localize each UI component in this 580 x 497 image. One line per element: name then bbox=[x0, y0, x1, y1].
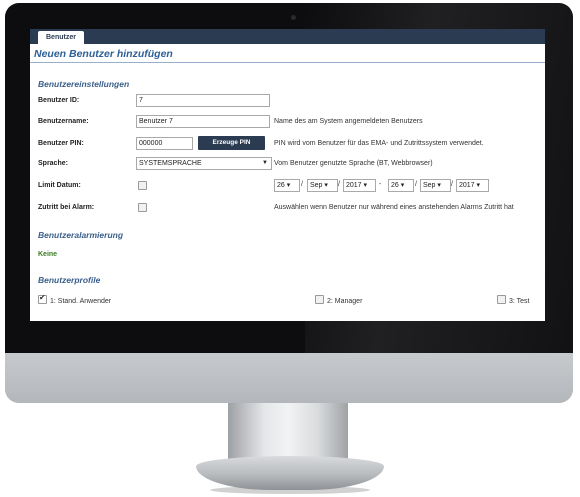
camera-dot bbox=[291, 15, 296, 20]
limit-date-label: Limit Datum: bbox=[38, 182, 81, 189]
user-name-description: Name des am System angemeldeten Benutzer… bbox=[274, 118, 423, 125]
row-user-name: Benutzername: Benutzer 7 Name des am Sys… bbox=[38, 115, 538, 129]
date-separator: / bbox=[415, 181, 417, 188]
from-month-value: Sep bbox=[310, 182, 323, 189]
alarming-value: Keine bbox=[38, 251, 58, 258]
language-description: Vom Benutzer genutzte Sprache (BT, Webbr… bbox=[274, 160, 433, 167]
monitor-stand-base bbox=[196, 456, 384, 490]
from-year-select[interactable]: 2017 ▾ bbox=[343, 179, 376, 192]
from-day-select[interactable]: 26 ▾ bbox=[274, 179, 300, 192]
language-selected-value: SYSTEMSPRACHE bbox=[139, 160, 202, 167]
limit-date-checkbox[interactable] bbox=[138, 181, 147, 190]
user-name-label: Benutzername: bbox=[38, 118, 89, 125]
section-title-alarming: Benutzeralarmierung bbox=[38, 230, 124, 240]
profile-checkbox[interactable] bbox=[315, 295, 324, 304]
profile-item[interactable]: 3: Test bbox=[497, 295, 530, 305]
alarm-access-checkbox[interactable] bbox=[138, 203, 147, 212]
to-year-select[interactable]: 2017 ▾ bbox=[456, 179, 489, 192]
row-alarm-access: Zutritt bei Alarm: Auswählen wenn Benutz… bbox=[38, 201, 538, 215]
row-limit-date: Limit Datum: 26 ▾ / Sep ▾ / 2017 ▾ - 26 … bbox=[38, 179, 538, 193]
monitor-chin bbox=[5, 353, 573, 403]
title-divider bbox=[30, 62, 545, 63]
tab-benutzer[interactable]: Benutzer bbox=[38, 31, 84, 44]
date-separator: / bbox=[451, 181, 453, 188]
alarm-access-description: Auswählen wenn Benutzer nur während eine… bbox=[274, 204, 514, 211]
profile-label: 3: Test bbox=[509, 298, 530, 305]
to-month-value: Sep bbox=[423, 182, 436, 189]
to-day-value: 26 bbox=[391, 182, 399, 189]
from-day-value: 26 bbox=[277, 182, 285, 189]
language-select[interactable]: SYSTEMSPRACHE ▼ bbox=[136, 157, 272, 170]
profile-checkbox[interactable] bbox=[497, 295, 506, 304]
page-title: Neuen Benutzer hinzufügen bbox=[34, 48, 173, 60]
app-screen: Benutzer Neuen Benutzer hinzufügen Benut… bbox=[30, 29, 545, 321]
generate-pin-button[interactable]: Erzeuge PIN bbox=[198, 136, 265, 150]
row-language: Sprache: SYSTEMSPRACHE ▼ Vom Benutzer ge… bbox=[38, 157, 538, 171]
user-id-input[interactable]: 7 bbox=[136, 94, 270, 107]
section-title-profiles: Benutzerprofile bbox=[38, 275, 101, 285]
row-user-pin: Benutzer PIN: 000000 Erzeuge PIN PIN wir… bbox=[38, 136, 538, 151]
to-month-select[interactable]: Sep ▾ bbox=[420, 179, 451, 192]
user-pin-description: PIN wird vom Benutzer für das EMA- und Z… bbox=[274, 140, 484, 147]
monitor-stand bbox=[228, 403, 348, 459]
dropdown-arrow-icon: ▼ bbox=[262, 160, 268, 166]
to-day-select[interactable]: 26 ▾ bbox=[388, 179, 414, 192]
from-month-select[interactable]: Sep ▾ bbox=[307, 179, 338, 192]
profile-item[interactable]: 1: Stand. Anwender bbox=[38, 293, 112, 305]
language-label: Sprache: bbox=[38, 160, 68, 167]
profile-checkbox-checked[interactable] bbox=[38, 293, 47, 304]
date-separator: / bbox=[301, 181, 303, 188]
date-range-dash: - bbox=[379, 181, 382, 188]
user-name-input[interactable]: Benutzer 7 bbox=[136, 115, 270, 128]
to-year-value: 2017 bbox=[459, 182, 475, 189]
row-user-id: Benutzer ID: 7 bbox=[38, 94, 538, 108]
user-pin-label: Benutzer PIN: bbox=[38, 140, 84, 147]
profile-label: 2: Manager bbox=[327, 298, 363, 305]
profile-label: 1: Stand. Anwender bbox=[50, 298, 112, 305]
profile-item[interactable]: 2: Manager bbox=[315, 295, 362, 305]
top-nav-bar: Benutzer bbox=[30, 29, 545, 44]
from-year-value: 2017 bbox=[346, 182, 362, 189]
user-pin-input[interactable]: 000000 bbox=[136, 137, 193, 150]
alarm-access-label: Zutritt bei Alarm: bbox=[38, 204, 95, 211]
date-separator: / bbox=[338, 181, 340, 188]
section-title-settings: Benutzereinstellungen bbox=[38, 79, 130, 89]
user-id-label: Benutzer ID: bbox=[38, 97, 80, 104]
